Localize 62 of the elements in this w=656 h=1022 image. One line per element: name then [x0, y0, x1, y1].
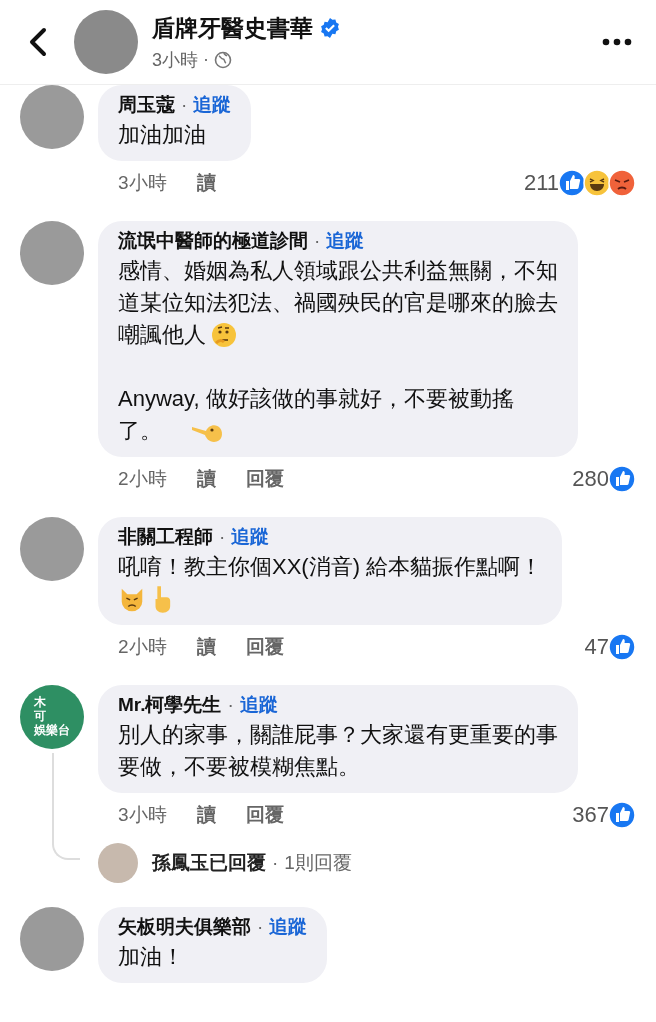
comment-action[interactable]: 讀	[196, 634, 216, 660]
follow-link[interactable]: 追蹤	[269, 913, 308, 941]
reply-summary[interactable]: 孫鳳玉已回覆	[152, 850, 266, 876]
reaction-count[interactable]: 367	[572, 802, 609, 828]
comment-text: 吼唷！教主你個XX(消音) 給本貓振作點啊！	[118, 553, 543, 581]
chevron-left-icon	[28, 27, 48, 57]
comment-text: Anyway, 做好該做的事就好，不要被動搖	[118, 385, 514, 413]
like-reaction-icon	[608, 633, 636, 661]
like-reaction-icon	[558, 169, 586, 197]
comment-text: 嘲諷他人	[118, 321, 206, 349]
comment-action[interactable]: 讀	[196, 466, 216, 492]
follow-link[interactable]: 追蹤	[193, 91, 232, 119]
reaction-count[interactable]: 47	[584, 634, 609, 660]
angry-reaction-icon	[608, 169, 636, 197]
comment-text: 別人的家事，關誰屁事？大家還有更重要的事	[118, 721, 558, 749]
separator-dot: ·	[314, 229, 321, 253]
comment-time: 2小時	[118, 467, 167, 491]
reaction-count[interactable]: 211	[523, 170, 559, 196]
laughing-reaction-icon	[583, 169, 611, 197]
page-name[interactable]: 盾牌牙醫史書華	[152, 12, 313, 44]
comment-action[interactable]: 回覆	[245, 802, 284, 828]
thinking-face-icon	[210, 321, 238, 349]
comment-action[interactable]: 讀	[196, 802, 216, 828]
separator-dot: ·	[181, 93, 188, 117]
logo-text: 娛樂台	[34, 723, 70, 738]
post-time: 3小時	[152, 48, 198, 72]
comment-text: 加油加油	[118, 121, 206, 149]
logo-text: 木	[34, 696, 46, 710]
follow-link[interactable]: 追蹤	[239, 691, 278, 719]
commenter-name[interactable]: 矢板明夫俱樂部	[118, 913, 251, 941]
comment-time: 3小時	[118, 171, 167, 195]
follow-link[interactable]: 追蹤	[231, 523, 270, 551]
separator-dot: ·	[203, 49, 209, 70]
commenter-name[interactable]: Mr.柯學先生	[118, 691, 222, 719]
comment-time: 3小時	[118, 803, 167, 827]
commenter-name[interactable]: 非關工程師	[118, 523, 213, 551]
comment-text: 要做，不要被模糊焦點。	[118, 753, 360, 781]
separator-dot: ·	[227, 693, 234, 717]
comment-text: 了。	[118, 417, 162, 445]
back-button[interactable]	[28, 27, 48, 57]
logo-text: 可	[34, 710, 46, 724]
separator-dot: ·	[272, 852, 279, 874]
comment-time: 2小時	[118, 635, 167, 659]
like-reaction-icon	[608, 801, 636, 829]
reaction-count[interactable]: 280	[572, 466, 609, 492]
separator-dot: ·	[219, 525, 226, 549]
comment-text: 加油！	[118, 943, 184, 971]
comment-action[interactable]: 回覆	[245, 634, 284, 660]
reply-count[interactable]: 1則回覆	[284, 850, 352, 876]
like-reaction-icon	[608, 465, 636, 493]
replier-avatar[interactable]	[98, 843, 138, 883]
commenter-name[interactable]: 流氓中醫師的極道診間	[118, 227, 308, 255]
more-options-button[interactable]	[602, 38, 632, 46]
commenter-avatar[interactable]: 木 可 娛樂台	[20, 685, 84, 749]
follow-link[interactable]: 追蹤	[326, 227, 365, 255]
more-icon	[602, 38, 632, 46]
commenter-name[interactable]: 周玉蔻	[118, 91, 175, 119]
comment-text: 道某位知法犯法、禍國殃民的官是哪來的臉去	[118, 289, 558, 317]
separator-dot: ·	[257, 915, 264, 939]
comment-action[interactable]: 讀	[196, 170, 216, 196]
comment-action[interactable]: 回覆	[245, 466, 284, 492]
comment-text: 感情、婚姻為私人領域跟公共利益無關，不知	[118, 257, 558, 285]
